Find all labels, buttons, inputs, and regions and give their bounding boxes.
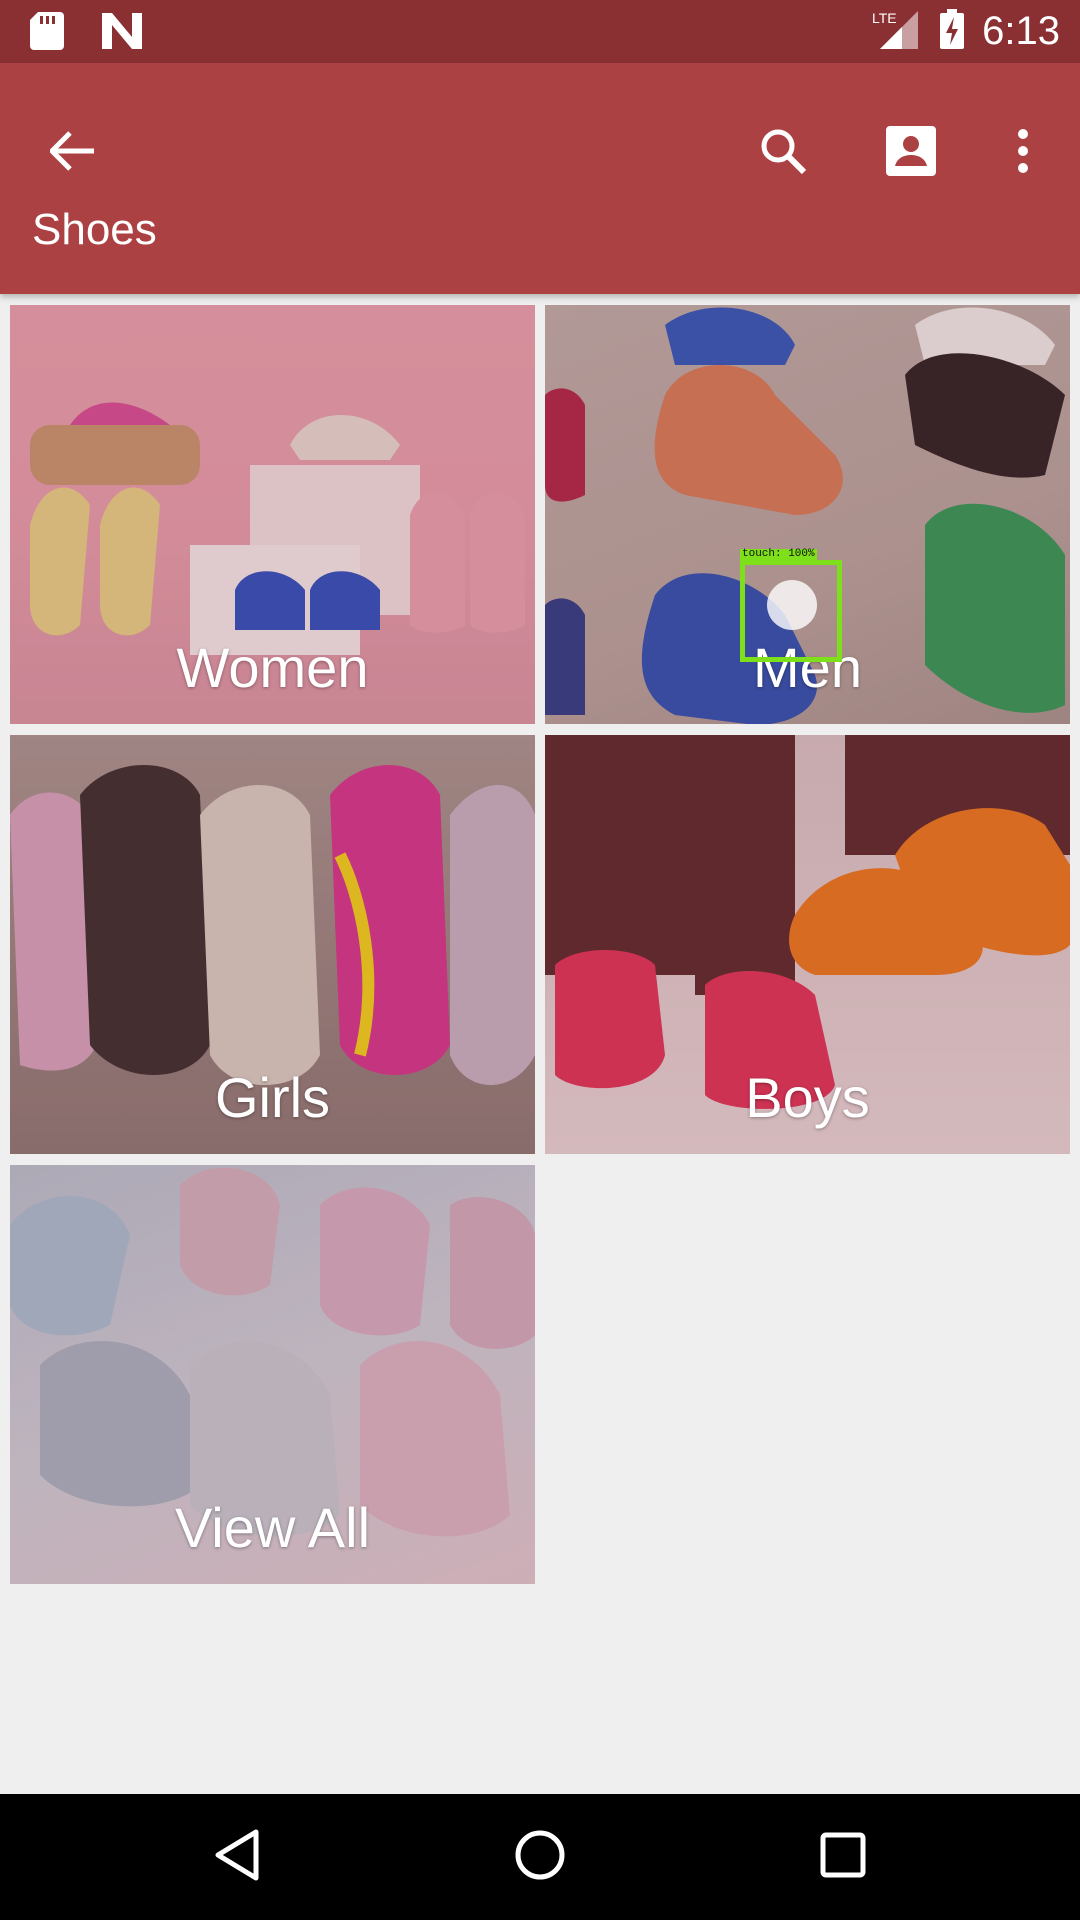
status-left-icons	[30, 12, 142, 54]
category-label: View All	[174, 1496, 371, 1559]
account-button[interactable]	[866, 108, 956, 198]
back-button[interactable]	[28, 108, 118, 198]
status-right-icons: LTE 6:13	[872, 8, 1060, 54]
search-icon	[759, 127, 807, 179]
account-box-icon	[886, 126, 936, 180]
app-bar: Shoes	[0, 63, 1080, 294]
recents-square-icon	[820, 1832, 866, 1882]
touch-bounding-box	[740, 560, 842, 662]
touch-confidence-label: touch: 100%	[740, 548, 817, 560]
sd-card-icon	[30, 12, 64, 54]
more-options-button[interactable]	[978, 108, 1068, 198]
category-tile-girls[interactable]: Girls	[10, 735, 535, 1154]
n-notification-icon	[102, 13, 142, 53]
back-triangle-icon	[214, 1829, 260, 1885]
status-bar: LTE 6:13	[0, 0, 1080, 63]
category-tile-boys[interactable]: Boys	[545, 735, 1070, 1154]
system-nav-bar	[0, 1794, 1080, 1920]
category-tile-view-all[interactable]: View All	[10, 1165, 535, 1584]
home-circle-icon	[514, 1829, 566, 1885]
clock: 6:13	[982, 9, 1060, 53]
back-arrow-icon	[48, 131, 96, 175]
search-button[interactable]	[738, 108, 828, 198]
battery-charging-icon	[940, 9, 965, 53]
nav-back-button[interactable]	[202, 1822, 272, 1892]
page-title: Shoes	[32, 205, 157, 254]
category-label: Women	[176, 636, 369, 699]
category-tile-women[interactable]: Women	[10, 305, 535, 724]
lte-signal-icon: LTE	[872, 9, 922, 53]
more-vert-icon	[1017, 129, 1029, 177]
category-label: Girls	[214, 1066, 331, 1129]
category-label: Boys	[745, 1066, 870, 1129]
nav-home-button[interactable]	[505, 1822, 575, 1892]
svg-text:LTE: LTE	[872, 10, 897, 26]
nav-recents-button[interactable]	[808, 1822, 878, 1892]
